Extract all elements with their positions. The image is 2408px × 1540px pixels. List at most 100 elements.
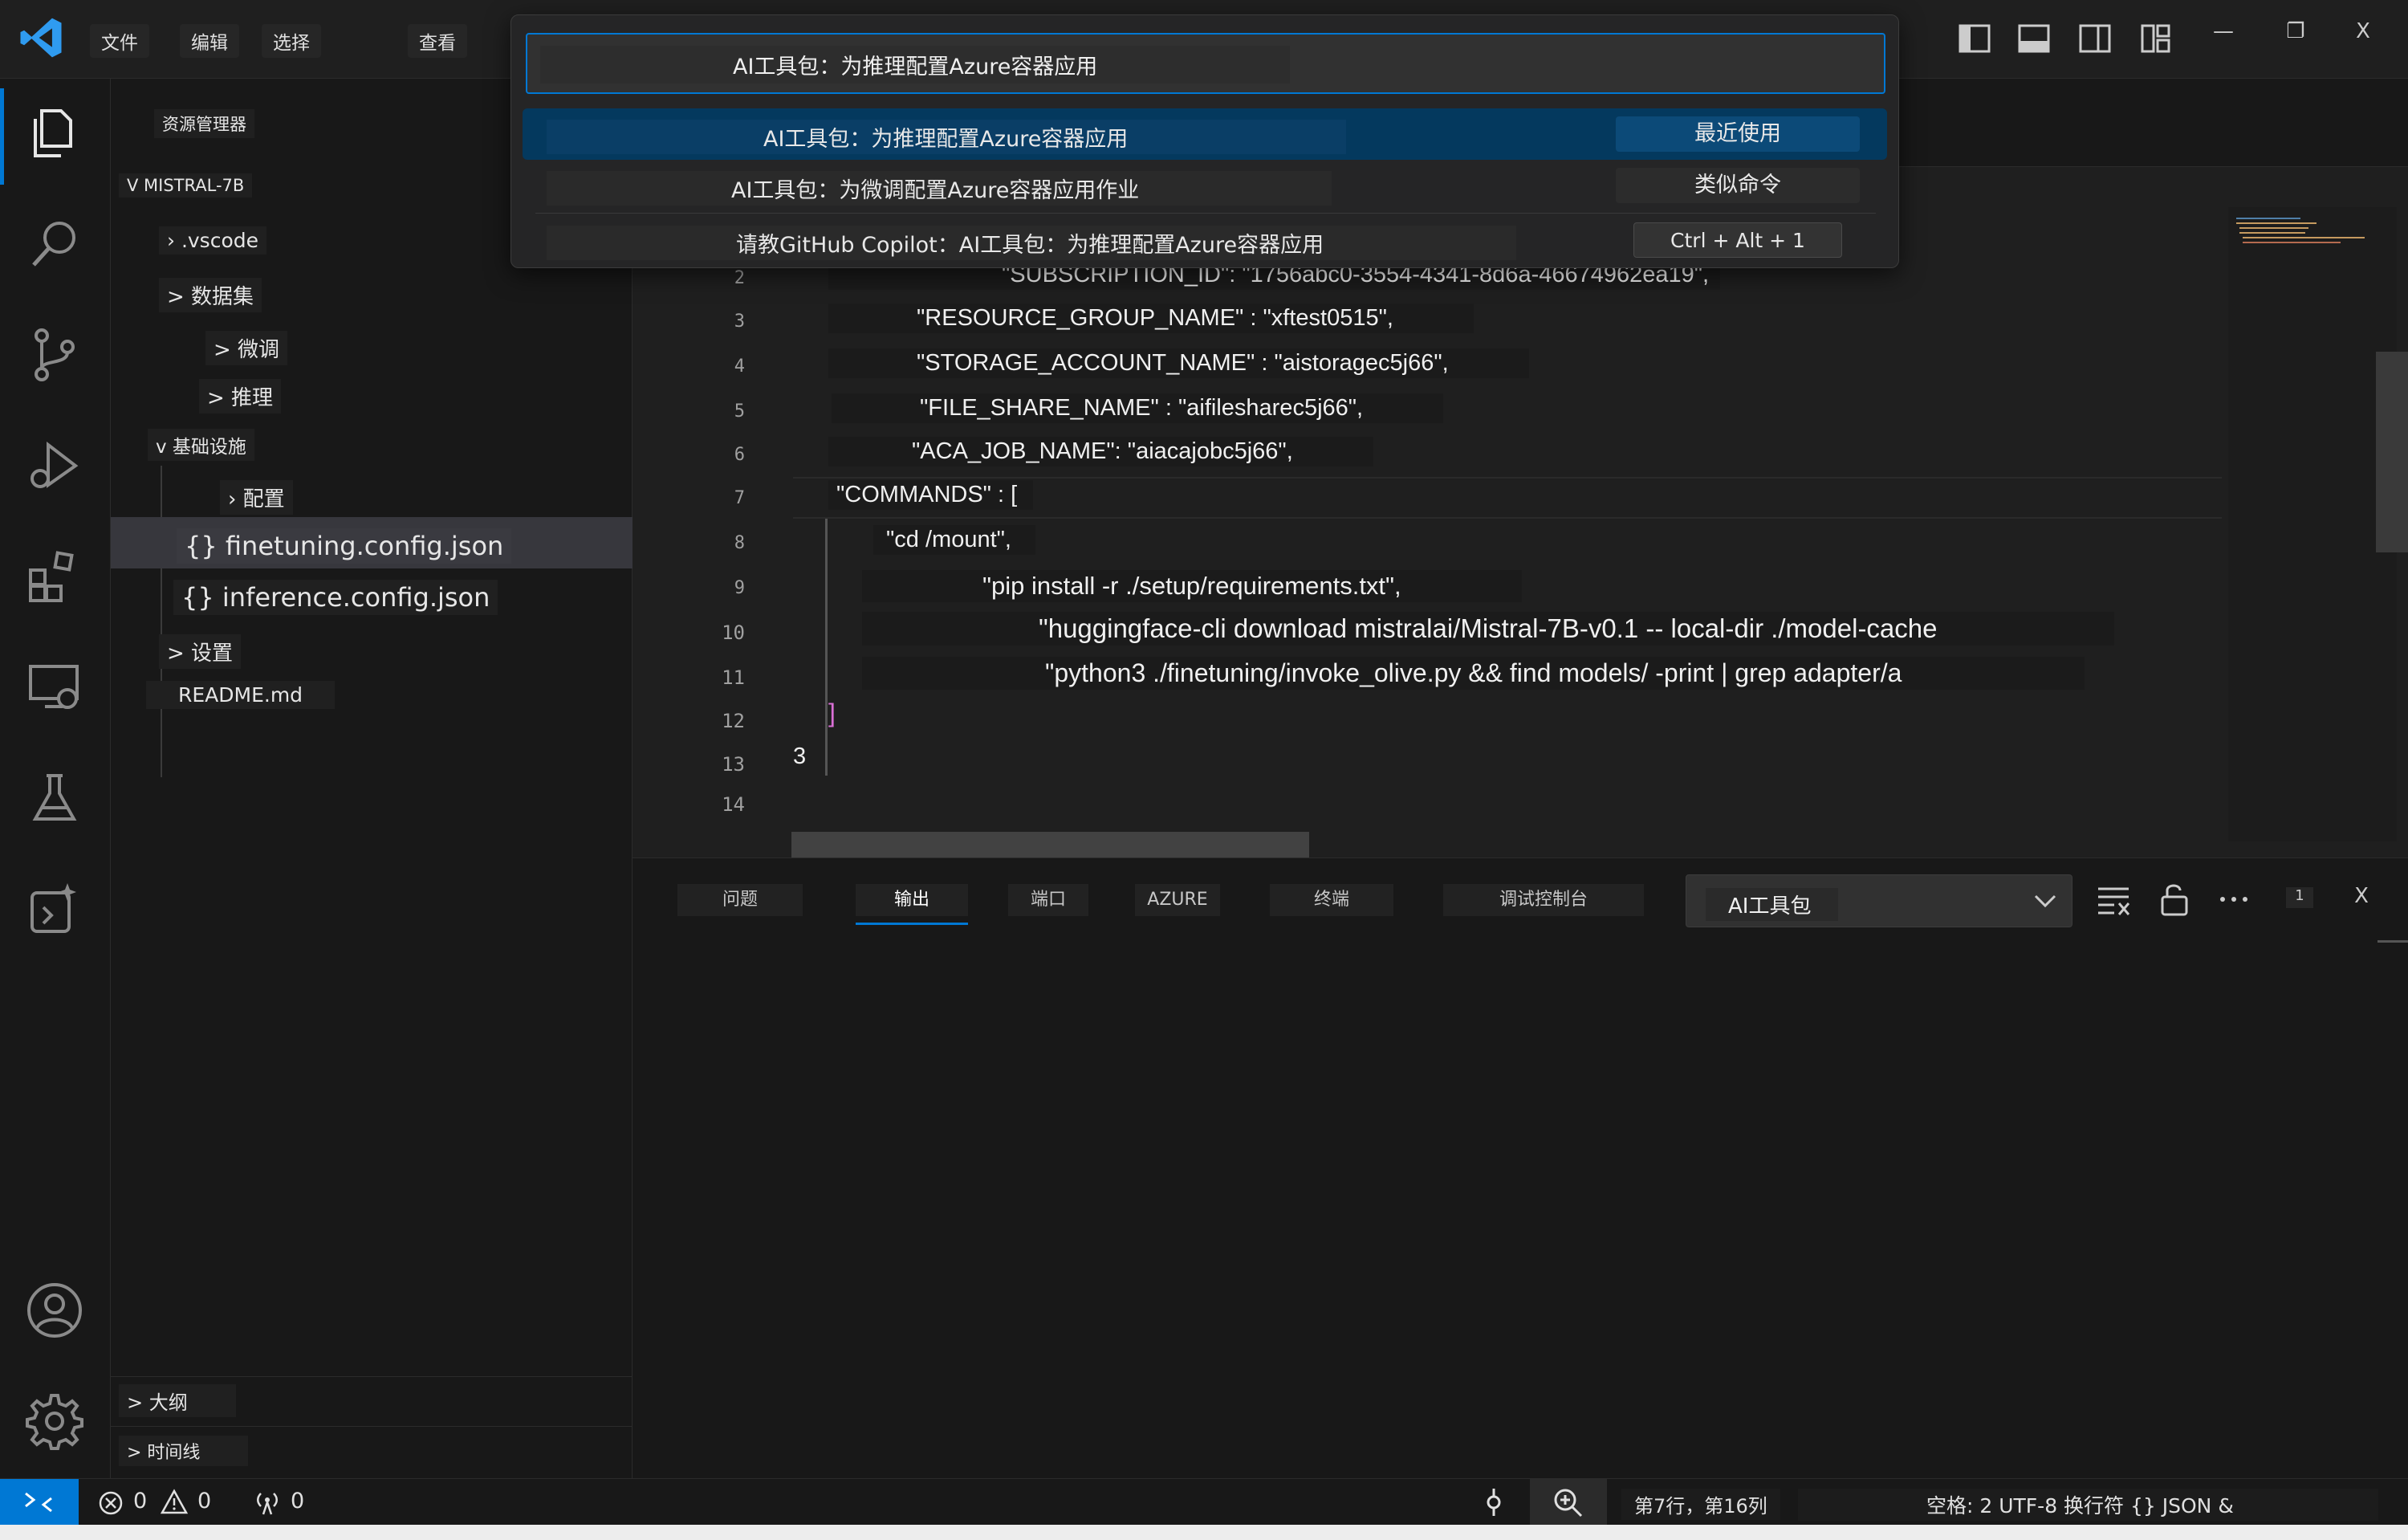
timeline-section[interactable]: > 时间线 — [119, 1436, 249, 1466]
warning-icon[interactable] — [161, 1489, 188, 1516]
ai-toolkit-icon[interactable] — [24, 878, 85, 939]
command-palette-input[interactable]: AI工具包：为推理配置Azure容器应用 — [526, 33, 1885, 94]
code-line-11[interactable]: "python3 ./finetuning/invoke_olive.py &&… — [862, 657, 2085, 690]
close-panel-button[interactable]: X — [2345, 884, 2377, 908]
cursor-position[interactable]: 第7行，第16列 — [1621, 1489, 1780, 1520]
menu-file[interactable]: 文件 — [90, 24, 149, 58]
editor-info[interactable]: 空格: 2 UTF-8 换行符 {} JSON & — [1798, 1489, 2378, 1521]
palette-result-tag: 最近使用 — [1616, 116, 1860, 152]
source-control-icon[interactable] — [24, 324, 85, 385]
line-number: 3 — [734, 312, 745, 332]
zoom-button[interactable] — [1530, 1479, 1607, 1526]
workspace-root[interactable]: V MISTRAL-7B — [119, 173, 253, 198]
tab-problems[interactable]: 问题 — [677, 884, 803, 916]
toggle-primary-sidebar-icon[interactable] — [1957, 21, 1992, 56]
file-finetuning-config[interactable]: {} finetuning.config.json — [177, 528, 512, 564]
line-number: 7 — [734, 488, 745, 508]
line-number: 13 — [722, 753, 745, 776]
explorer-icon[interactable] — [24, 103, 85, 164]
ports-broadcast-icon[interactable] — [252, 1489, 283, 1516]
panel-badge[interactable]: 1 — [2286, 887, 2313, 908]
toggle-panel-icon[interactable] — [2016, 21, 2052, 56]
file-readme[interactable]: README.md — [146, 681, 336, 709]
settings-gear-icon[interactable] — [24, 1391, 85, 1452]
menu-selection[interactable]: 选择 — [262, 24, 321, 58]
clear-output-icon[interactable] — [2095, 881, 2132, 918]
folder-inference[interactable]: > 推理 — [199, 379, 282, 414]
palette-separator — [535, 213, 1876, 214]
more-options-icon[interactable] — [2215, 881, 2252, 918]
code-line-4[interactable]: "STORAGE_ACCOUNT_NAME" : "aistoragec5j66… — [828, 348, 1529, 378]
palette-result-label: 请教GitHub Copilot：AI工具包：为推理配置Azure容器应用 — [547, 226, 1517, 260]
code-line-10[interactable]: "huggingface-cli download mistralai/Mist… — [862, 612, 2114, 646]
tab-terminal[interactable]: 终端 — [1270, 884, 1393, 916]
output-channel-select[interactable]: AI工具包 — [1686, 874, 2072, 927]
line-number: 9 — [734, 578, 745, 598]
panel-scrollbar[interactable] — [2377, 940, 2408, 943]
palette-result-1[interactable]: AI工具包：为推理配置Azure容器应用 最近使用 — [523, 108, 1887, 160]
window-bottom-edge — [0, 1525, 2408, 1540]
folder-vscode[interactable]: › .vscode — [159, 226, 267, 255]
tab-azure[interactable]: AZURE — [1135, 884, 1220, 916]
line-number: 2 — [734, 268, 745, 288]
toggle-secondary-sidebar-icon[interactable] — [2077, 21, 2113, 56]
error-icon[interactable] — [98, 1490, 124, 1516]
tab-debug-console[interactable]: 调试控制台 — [1443, 884, 1644, 916]
close-button[interactable]: X — [2339, 19, 2387, 43]
code-line-6[interactable]: "ACA_JOB_NAME": "aiacajobc5j66", — [828, 437, 1373, 466]
customize-layout-icon[interactable] — [2138, 21, 2174, 56]
remote-explorer-icon[interactable] — [24, 657, 85, 718]
folder-dataset[interactable]: > 数据集 — [159, 278, 262, 312]
extensions-icon[interactable] — [24, 546, 85, 607]
tab-ports[interactable]: 端口 — [1008, 884, 1088, 916]
editor-vertical-scrollbar[interactable] — [2376, 352, 2408, 552]
code-line-3[interactable]: "RESOURCE_GROUP_NAME" : "xftest0515", — [828, 304, 1474, 333]
testing-icon[interactable] — [24, 768, 85, 829]
remote-indicator[interactable] — [0, 1479, 79, 1526]
folder-settings[interactable]: > 设置 — [159, 634, 242, 669]
code-line-7[interactable]: "COMMANDS" : [ — [828, 480, 1034, 510]
git-commit-icon[interactable] — [1479, 1487, 1509, 1518]
vscode-logo-icon — [20, 18, 62, 58]
warning-count[interactable]: 0 — [197, 1489, 211, 1514]
outline-section[interactable]: > 大纲 — [119, 1384, 236, 1417]
run-debug-icon[interactable] — [24, 435, 85, 496]
explorer-sidebar: 资源管理器 V MISTRAL-7B › .vscode > 数据集 > 微调 … — [111, 79, 633, 1478]
editor-horizontal-scrollbar[interactable] — [791, 832, 1309, 858]
search-icon[interactable] — [24, 214, 85, 275]
menu-view[interactable]: 查看 — [408, 24, 467, 58]
code-line-9[interactable]: "pip install -r ./setup/requirements.txt… — [862, 570, 1522, 602]
lock-scroll-icon[interactable] — [2156, 881, 2193, 918]
folder-finetune[interactable]: > 微调 — [205, 331, 288, 365]
line-number: 14 — [722, 793, 745, 816]
palette-result-3[interactable]: 请教GitHub Copilot：AI工具包：为推理配置Azure容器应用 Ct… — [523, 214, 1887, 266]
code-line-13[interactable]: 3 — [793, 744, 806, 770]
code-line-8[interactable]: "cd /mount", — [873, 525, 1035, 555]
palette-result-2[interactable]: AI工具包：为微调配置Azure容器应用作业 类似命令 — [523, 160, 1887, 211]
folder-config[interactable]: › 配置 — [220, 480, 293, 515]
bracket-close[interactable]: ] — [828, 699, 836, 728]
minimap[interactable] — [2228, 207, 2397, 841]
account-icon[interactable] — [24, 1280, 85, 1341]
palette-result-tag: 类似命令 — [1616, 168, 1860, 203]
timeline-separator — [111, 1426, 633, 1427]
line-number: 8 — [734, 533, 745, 553]
activity-bar — [0, 79, 111, 1478]
command-palette: AI工具包：为推理配置Azure容器应用 AI工具包：为推理配置Azure容器应… — [510, 14, 1899, 268]
error-count[interactable]: 0 — [133, 1489, 147, 1514]
zoom-icon — [1554, 1489, 1583, 1518]
palette-result-label: AI工具包：为推理配置Azure容器应用 — [547, 120, 1347, 154]
restore-button[interactable]: ❐ — [2272, 19, 2320, 43]
indent-guide — [825, 519, 828, 776]
file-inference-config[interactable]: {} inference.config.json — [173, 580, 498, 615]
tab-output[interactable]: 输出 — [856, 884, 968, 916]
line-number: 6 — [734, 445, 745, 465]
minimize-button[interactable]: — — [2199, 19, 2247, 43]
folder-infra[interactable]: v 基础设施 — [148, 429, 254, 461]
menu-edit[interactable]: 编辑 — [180, 24, 239, 58]
code-line-5[interactable]: "FILE_SHARE_NAME" : "aifilesharec5j66", — [832, 393, 1444, 423]
status-bar: 0 0 0 第7行，第16列 空格: 2 UTF-8 换行符 {} JSON & — [0, 1478, 2408, 1526]
command-palette-query: AI工具包：为推理配置Azure容器应用 — [540, 46, 1291, 84]
ports-count[interactable]: 0 — [291, 1489, 304, 1514]
active-indicator — [0, 88, 4, 185]
